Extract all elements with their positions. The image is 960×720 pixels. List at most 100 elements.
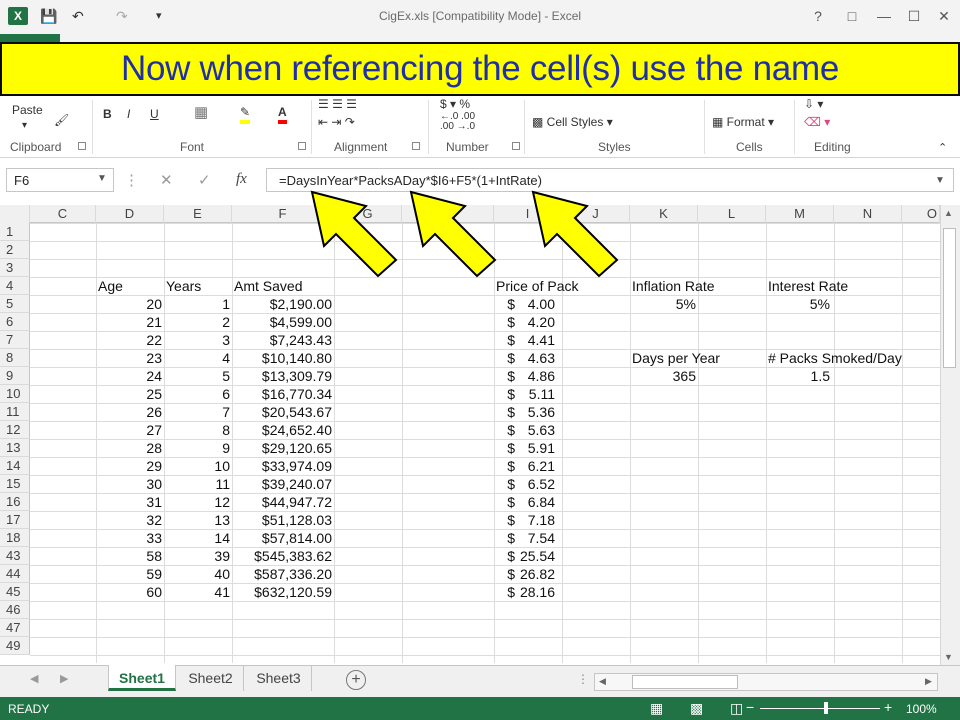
name-box[interactable]: F6 ▼ [6, 168, 114, 192]
row-header[interactable]: 45 [0, 583, 30, 601]
cell-price[interactable]: 4.86 [515, 367, 555, 385]
cell-price-currency[interactable]: $ [501, 367, 515, 385]
column-header[interactable]: N [834, 205, 902, 223]
cell-years[interactable]: 3 [166, 331, 230, 349]
decimal-icons[interactable]: ←.0 .00.00 →.0 [440, 112, 475, 132]
collapse-ribbon-icon[interactable]: ⌃ [938, 140, 947, 156]
cell-years[interactable]: 39 [166, 547, 230, 565]
column-header[interactable]: K [630, 205, 698, 223]
sort-filter-icon[interactable]: ⇩ ▾ [804, 96, 823, 112]
days-per-year-value[interactable]: 365 [632, 367, 696, 385]
scroll-left-icon[interactable]: ◀ [599, 676, 606, 687]
cell-years[interactable]: 13 [166, 511, 230, 529]
cell-price-currency[interactable]: $ [501, 493, 515, 511]
bold-button[interactable]: B [103, 106, 112, 122]
cell-amt-saved[interactable]: $10,140.80 [234, 349, 332, 367]
cell-age[interactable]: 29 [98, 457, 162, 475]
cell-years[interactable]: 8 [166, 421, 230, 439]
cell-amt-saved[interactable]: $29,120.65 [234, 439, 332, 457]
cell-price-currency[interactable]: $ [501, 547, 515, 565]
row-header[interactable]: 13 [0, 439, 30, 457]
cell-years[interactable]: 4 [166, 349, 230, 367]
cell-amt-saved[interactable]: $44,947.72 [234, 493, 332, 511]
column-header[interactable]: H [402, 205, 494, 223]
cell-price[interactable]: 5.91 [515, 439, 555, 457]
cell-years[interactable]: 41 [166, 583, 230, 601]
cell-amt-saved[interactable]: $632,120.59 [234, 583, 332, 601]
scroll-right-icon[interactable]: ▶ [925, 676, 932, 687]
cell-age[interactable]: 32 [98, 511, 162, 529]
cell-price-currency[interactable]: $ [501, 385, 515, 403]
cell-amt-saved[interactable]: $39,240.07 [234, 475, 332, 493]
page-layout-view-icon[interactable]: ▩ [690, 700, 703, 717]
enter-formula-icon[interactable]: ✓ [198, 171, 211, 189]
cell-age[interactable]: 27 [98, 421, 162, 439]
cell-age[interactable]: 26 [98, 403, 162, 421]
align-icons-row[interactable]: ☰ ☰ ☰ [318, 96, 357, 112]
cell-price-currency[interactable]: $ [501, 475, 515, 493]
vertical-scroll-thumb[interactable] [943, 228, 956, 368]
cell-price-currency[interactable]: $ [501, 421, 515, 439]
zoom-level[interactable]: 100% [906, 702, 937, 716]
header-age[interactable]: Age [98, 277, 123, 295]
column-header[interactable]: I [494, 205, 562, 223]
cell-amt-saved[interactable]: $7,243.43 [234, 331, 332, 349]
borders-icon[interactable]: ▦ [194, 105, 208, 121]
cell-price[interactable]: 6.84 [515, 493, 555, 511]
header-interest-rate[interactable]: Interest Rate [768, 277, 848, 295]
row-header[interactable]: 14 [0, 457, 30, 475]
header-packs-smoked[interactable]: # Packs Smoked/Day [768, 349, 902, 367]
cell-age[interactable]: 33 [98, 529, 162, 547]
row-header[interactable]: 6 [0, 313, 30, 331]
cell-amt-saved[interactable]: $24,652.40 [234, 421, 332, 439]
cell-years[interactable]: 7 [166, 403, 230, 421]
fill-color-icon[interactable]: ✎ [240, 104, 251, 124]
cell-years[interactable]: 12 [166, 493, 230, 511]
column-header[interactable]: E [164, 205, 232, 223]
cell-amt-saved[interactable]: $13,309.79 [234, 367, 332, 385]
cell-years[interactable]: 9 [166, 439, 230, 457]
cell-price-currency[interactable]: $ [501, 295, 515, 313]
cell-years[interactable]: 1 [166, 295, 230, 313]
zoom-slider-track[interactable] [760, 708, 880, 709]
row-header[interactable]: 2 [0, 241, 30, 259]
cell-years[interactable]: 11 [166, 475, 230, 493]
cell-age[interactable]: 20 [98, 295, 162, 313]
row-header[interactable]: 43 [0, 547, 30, 565]
cell-age[interactable]: 60 [98, 583, 162, 601]
column-header[interactable]: O [902, 205, 940, 223]
cell-price[interactable]: 6.52 [515, 475, 555, 493]
cell-price-currency[interactable]: $ [501, 439, 515, 457]
cell-amt-saved[interactable]: $57,814.00 [234, 529, 332, 547]
cell-price-currency[interactable]: $ [501, 403, 515, 421]
header-inflation-rate[interactable]: Inflation Rate [632, 277, 715, 295]
row-header[interactable]: 3 [0, 259, 30, 277]
cell-price[interactable]: 25.54 [515, 547, 555, 565]
clipboard-launcher-icon[interactable] [78, 142, 86, 150]
cell-age[interactable]: 30 [98, 475, 162, 493]
row-header[interactable]: 9 [0, 367, 30, 385]
tab-sheet3[interactable]: Sheet3 [246, 665, 312, 691]
row-header[interactable]: 18 [0, 529, 30, 547]
row-header[interactable]: 15 [0, 475, 30, 493]
row-header[interactable]: 16 [0, 493, 30, 511]
format-button[interactable]: ▦ Format ▾ [712, 114, 774, 130]
tab-sheet1[interactable]: Sheet1 [108, 665, 176, 691]
paste-button[interactable]: Paste [12, 102, 43, 118]
cell-years[interactable]: 10 [166, 457, 230, 475]
normal-view-icon[interactable]: ▦ [650, 700, 663, 717]
cell-amt-saved[interactable]: $545,383.62 [234, 547, 332, 565]
row-header[interactable]: 5 [0, 295, 30, 313]
paste-dropdown-icon[interactable]: ▾ [22, 118, 27, 134]
row-header[interactable]: 46 [0, 601, 30, 619]
formula-input[interactable]: =DaysInYear*PacksADay*$I6+F5*(1+IntRate)… [266, 168, 954, 192]
cell-price[interactable]: 7.54 [515, 529, 555, 547]
currency-percent-icons[interactable]: $ ▾ % [440, 96, 470, 112]
insert-function-icon[interactable]: fx [236, 171, 247, 188]
cell-amt-saved[interactable]: $20,543.67 [234, 403, 332, 421]
cell-years[interactable]: 14 [166, 529, 230, 547]
column-header[interactable]: L [698, 205, 766, 223]
prev-sheet-icon[interactable]: ◀ [30, 672, 38, 685]
cell-price[interactable]: 6.21 [515, 457, 555, 475]
cell-years[interactable]: 2 [166, 313, 230, 331]
